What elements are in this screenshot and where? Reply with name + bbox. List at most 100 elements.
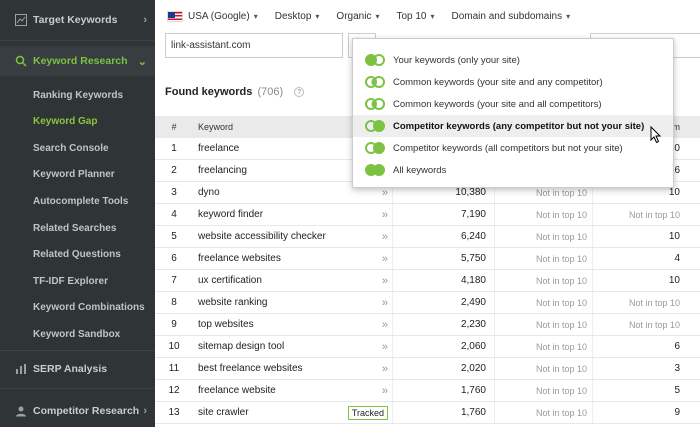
found-keywords-count: (706)	[257, 86, 284, 98]
table-row[interactable]: 6 freelance websites » 5,750 Not in top 10 4	[155, 248, 700, 270]
double-chevron-right-icon[interactable]: »	[382, 297, 388, 309]
device-dropdown[interactable]: Desktop ▾	[275, 11, 320, 22]
sidebar-section-competitor-research[interactable]: Competitor Research ›	[0, 398, 155, 424]
dropdown-option[interactable]: Common keywords (your site and any compe…	[353, 71, 673, 93]
row-competitor-rank: Not in top 10	[628, 209, 680, 220]
sidebar-item-keyword-gap[interactable]: Keyword Gap	[33, 116, 97, 127]
row-number: 7	[171, 275, 177, 286]
table-row[interactable]: 12 freelance website » 1,760 Not in top 10 5	[155, 380, 700, 402]
venn-diagram-icon	[365, 142, 387, 154]
double-chevron-right-icon[interactable]: »	[382, 275, 388, 287]
sidebar-section-target-keywords[interactable]: Target Keywords ›	[0, 6, 155, 34]
dropdown-option[interactable]: All keywords	[353, 159, 673, 181]
sidebar-item-related-questions[interactable]: Related Questions	[33, 249, 121, 260]
keyword-text: freelancing	[198, 165, 247, 176]
keyword-text: dyno	[198, 187, 220, 198]
table-row[interactable]: 4 keyword finder» 7,190 Not in top 10 Not in…	[155, 204, 700, 226]
dropdown-option-label: Common keywords (your site and any compe…	[393, 76, 603, 88]
double-chevron-right-icon[interactable]: »	[382, 319, 388, 331]
chevron-down-icon: ▾	[253, 11, 258, 21]
sidebar-section-serp-analysis[interactable]: SERP Analysis	[0, 356, 155, 382]
country-dropdown[interactable]: USA (Google) ▾	[167, 10, 258, 22]
header-num[interactable]: #	[155, 122, 193, 132]
row-site-rank: Not in top 10	[495, 314, 593, 335]
chart-icon	[15, 14, 27, 26]
sidebar-item-related-searches[interactable]: Related Searches	[33, 223, 116, 234]
row-competitor-rank: Not in top 10	[628, 297, 680, 308]
table-row[interactable]: 8 website ranking» 2,490 Not in top 10 Not i…	[155, 292, 700, 314]
double-chevron-right-icon[interactable]: »	[382, 341, 388, 353]
top-dropdown[interactable]: Top 10 ▾	[396, 11, 434, 22]
double-chevron-right-icon[interactable]: »	[382, 253, 388, 265]
row-number: 4	[171, 209, 177, 220]
table-row[interactable]: 9 top websites» 2,230 Not in top 10 Not in t…	[155, 314, 700, 336]
scope-label: Domain and subdomains	[451, 10, 563, 22]
chevron-down-icon: ⌄	[137, 55, 147, 68]
top-label: Top 10	[396, 10, 427, 22]
sidebar-item-keyword-sandbox[interactable]: Keyword Sandbox	[33, 329, 120, 340]
keyword-text: freelance	[198, 143, 240, 154]
keyword-text: website ranking	[198, 297, 268, 308]
row-volume: 2,230	[393, 314, 495, 335]
row-number: 11	[168, 363, 180, 374]
row-site-rank: Not in top 10	[495, 248, 593, 269]
row-volume: 2,020	[393, 358, 495, 379]
double-chevron-right-icon[interactable]: »	[382, 363, 388, 375]
sidebar-section-label: Target Keywords	[33, 14, 118, 26]
table-row[interactable]: 5 website accessibility checker » 6,240 Not …	[155, 226, 700, 248]
row-keyword: freelance websites »	[193, 248, 393, 269]
venn-diagram-icon	[365, 120, 387, 132]
double-chevron-right-icon[interactable]: »	[382, 187, 388, 199]
sidebar-item-autocomplete-tools[interactable]: Autocomplete Tools	[33, 196, 128, 207]
table-row[interactable]: 13 site crawler Tracked 1,760 Not in top 10 9	[155, 402, 700, 424]
help-icon[interactable]: ?	[294, 87, 305, 98]
dropdown-option[interactable]: Competitor keywords (all competitors but…	[353, 137, 673, 159]
table-row[interactable]: 7 ux certification » 4,180 Not in top 10 10	[155, 270, 700, 292]
dropdown-option[interactable]: Your keywords (only your site)	[353, 49, 673, 71]
keyword-text: site crawler	[198, 407, 249, 418]
table-row[interactable]: 11 best freelance websites » 2,020 Not in to…	[155, 358, 700, 380]
row-site-rank: Not in top 10	[495, 226, 593, 247]
bar-chart-icon	[15, 363, 27, 375]
row-competitor-rank: 6	[674, 341, 680, 352]
double-chevron-right-icon[interactable]: »	[382, 231, 388, 243]
dropdown-option[interactable]: Common keywords (your site and all compe…	[353, 93, 673, 115]
row-competitor-rank: 5	[674, 385, 680, 396]
user-icon	[15, 405, 27, 417]
table-row[interactable]: 10 sitemap design tool » 2,060 Not in top 10…	[155, 336, 700, 358]
row-competitor-rank: 10	[668, 231, 680, 242]
double-chevron-right-icon[interactable]: »	[382, 385, 388, 397]
row-number: 10	[168, 341, 180, 352]
filter-bar: USA (Google) ▾ Desktop ▾ Organic ▾ Top 1…	[155, 0, 700, 32]
sidebar-item-search-console[interactable]: Search Console	[33, 143, 109, 154]
row-number: 3	[171, 187, 177, 198]
sidebar-item-ranking-keywords[interactable]: Ranking Keywords	[33, 90, 123, 101]
row-site-rank: Not in top 10	[495, 292, 593, 313]
sidebar-item-tf-idf-explorer[interactable]: TF-IDF Explorer	[33, 276, 108, 287]
row-volume: 2,060	[393, 336, 495, 357]
row-number: 2	[171, 165, 177, 176]
result-type-dropdown[interactable]: Organic ▾	[336, 11, 379, 22]
keyword-text: best freelance websites	[198, 363, 303, 374]
dropdown-option[interactable]: Competitor keywords (any competitor but …	[353, 115, 673, 137]
sidebar-section-label: Keyword Research	[33, 55, 128, 67]
row-number: 1	[171, 143, 177, 154]
divider	[0, 350, 155, 351]
row-site-rank: Not in top 10	[495, 336, 593, 357]
row-site-rank: Not in top 10	[495, 270, 593, 291]
sidebar-item-keyword-planner[interactable]: Keyword Planner	[33, 169, 115, 180]
keyword-text: sitemap design tool	[198, 341, 285, 352]
sidebar-item-keyword-combinations[interactable]: Keyword Combinations	[33, 302, 145, 313]
scope-dropdown[interactable]: Domain and subdomains ▾	[452, 11, 571, 22]
keyword-text: top websites	[198, 319, 254, 330]
us-flag-icon	[167, 10, 183, 22]
dropdown-option-label: Competitor keywords (any competitor but …	[393, 120, 645, 132]
domain-input[interactable]: link-assistant.com	[165, 33, 343, 58]
row-volume: 1,760	[393, 380, 495, 401]
tracked-badge[interactable]: Tracked	[347, 405, 388, 420]
double-chevron-right-icon[interactable]: »	[382, 209, 388, 221]
chevron-down-icon: ▾	[430, 11, 435, 21]
dropdown-option-label: Common keywords (your site and all compe…	[393, 98, 602, 110]
keyword-text: freelance website	[198, 385, 276, 396]
sidebar-section-keyword-research[interactable]: Keyword Research ⌄	[0, 46, 155, 76]
